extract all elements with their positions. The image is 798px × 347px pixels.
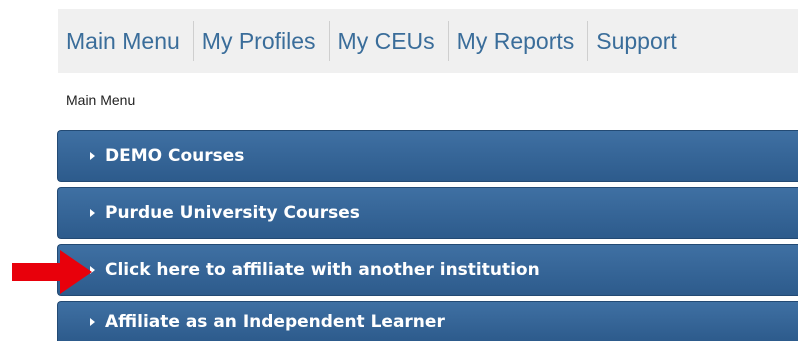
caret-right-icon — [90, 317, 95, 326]
nav-my-profiles[interactable]: My Profiles — [194, 21, 329, 61]
red-arrow-icon — [12, 250, 92, 294]
course-accordion: DEMO Courses Purdue University Courses C… — [57, 130, 798, 346]
nav-my-reports[interactable]: My Reports — [449, 21, 588, 61]
accordion-purdue-courses[interactable]: Purdue University Courses — [57, 187, 798, 239]
accordion-demo-courses[interactable]: DEMO Courses — [57, 130, 798, 182]
accordion-independent-learner[interactable]: Affiliate as an Independent Learner — [57, 301, 798, 341]
nav-my-ceus[interactable]: My CEUs — [330, 21, 448, 61]
caret-right-icon — [90, 152, 95, 160]
nav-main-menu[interactable]: Main Menu — [58, 21, 193, 61]
nav-support[interactable]: Support — [588, 21, 690, 61]
accordion-label: DEMO Courses — [105, 146, 245, 166]
accordion-affiliate-institution[interactable]: Click here to affiliate with another ins… — [57, 244, 798, 296]
accordion-label: Affiliate as an Independent Learner — [105, 311, 445, 332]
caret-right-icon — [90, 209, 95, 217]
accordion-label: Purdue University Courses — [105, 203, 360, 223]
breadcrumb: Main Menu — [66, 92, 136, 108]
top-navigation: Main Menu My Profiles My CEUs My Reports… — [58, 9, 798, 73]
accordion-label: Click here to affiliate with another ins… — [105, 260, 540, 280]
